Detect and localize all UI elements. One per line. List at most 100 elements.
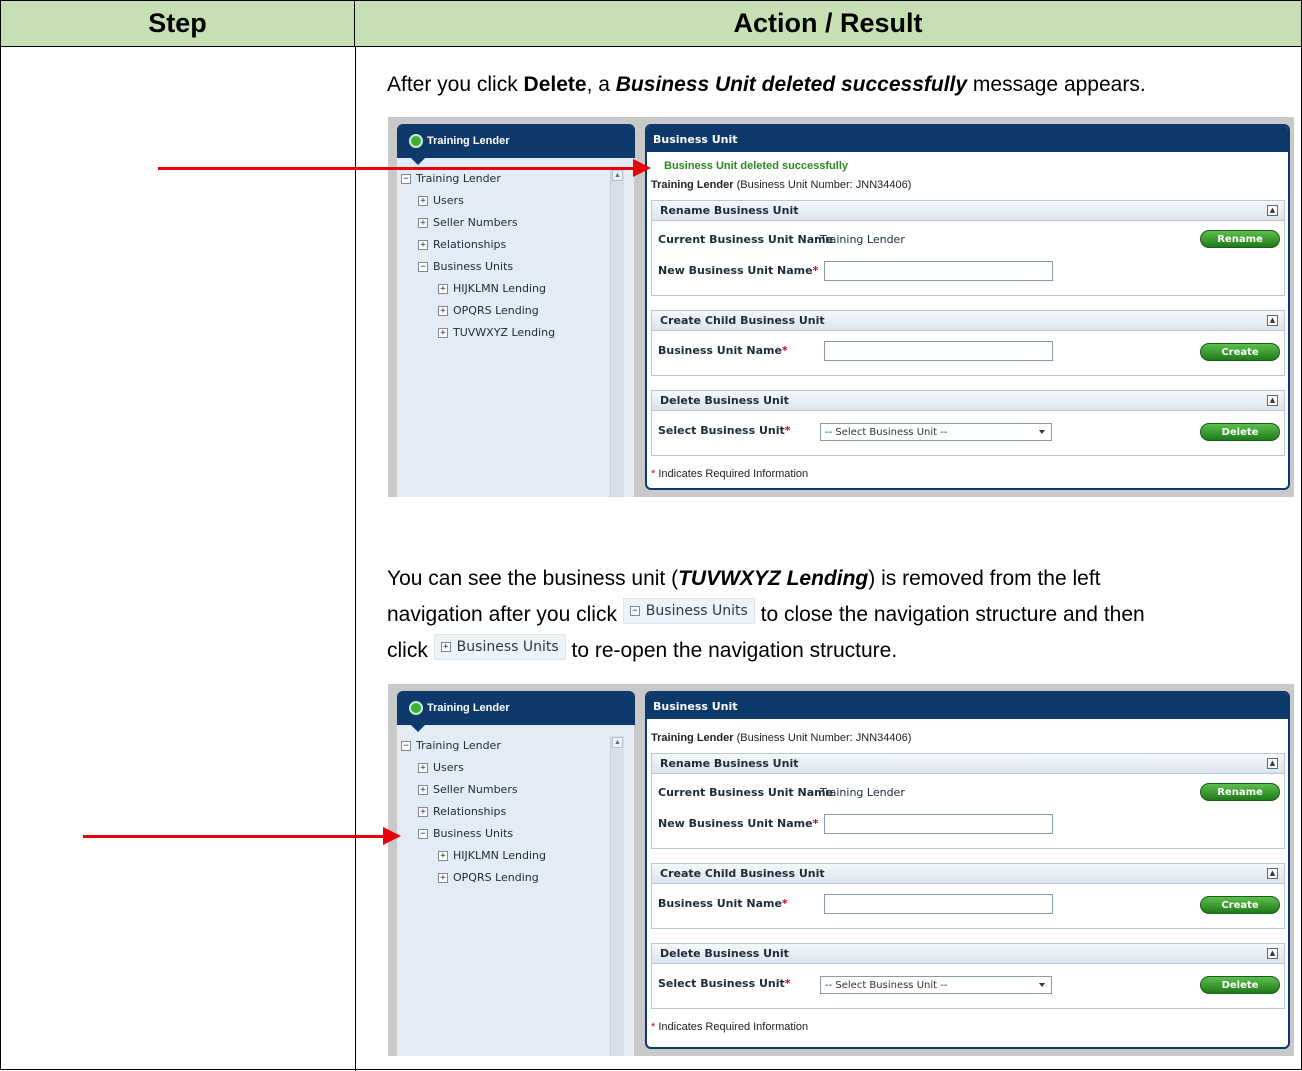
tree-item[interactable]: − Training Lender [401, 172, 501, 185]
expand-toggle-icon[interactable]: + [438, 283, 448, 294]
create-button[interactable]: Create [1200, 343, 1280, 361]
required-asterisk: * [651, 1021, 656, 1033]
expand-toggle-icon[interactable]: + [438, 327, 448, 338]
tree-item[interactable]: + Users [418, 761, 464, 774]
nav-tab[interactable]: Training Lender [397, 691, 635, 732]
business-unit-info: Training Lender (Business Unit Number: J… [651, 732, 911, 744]
pointer-arrow-1 [158, 167, 634, 170]
collapse-toggle-icon[interactable]: − [401, 173, 411, 184]
collapse-toggle-icon[interactable]: − [418, 828, 428, 839]
business-unit-select[interactable]: -- Select Business Unit -- [820, 423, 1052, 441]
nav-tab[interactable]: Training Lender [397, 124, 635, 165]
tree-item[interactable]: + Seller Numbers [418, 216, 518, 229]
tree-item[interactable]: + Seller Numbers [418, 783, 518, 796]
tree-item-label: Training Lender [416, 739, 501, 752]
tree-scrollbar[interactable]: ▲ [610, 169, 624, 497]
expand-toggle-icon[interactable]: + [438, 305, 448, 316]
rename-section: Rename Business Unit ▲ Current Business U… [651, 200, 1285, 296]
collapse-toggle-icon[interactable]: − [401, 740, 411, 751]
rename-button[interactable]: Rename [1200, 230, 1280, 248]
collapse-toggle-icon[interactable]: − [418, 261, 428, 272]
dropdown-caret-icon [1039, 430, 1045, 434]
tree-item[interactable]: + OPQRS Lending [438, 304, 539, 317]
select-unit-label-text: Select Business Unit [658, 977, 785, 990]
tree-item[interactable]: + TUVWXYZ Lending [438, 326, 555, 339]
new-name-input[interactable] [824, 814, 1053, 834]
child-name-input[interactable] [824, 341, 1053, 361]
create-button[interactable]: Create [1200, 896, 1280, 914]
current-name-label: Current Business Unit Name [658, 786, 834, 799]
tree-item[interactable]: − Business Units [418, 827, 513, 840]
delete-button[interactable]: Delete [1200, 423, 1280, 441]
column-divider [355, 47, 356, 1071]
tree-item[interactable]: − Business Units [418, 260, 513, 273]
collapse-icon[interactable]: ▲ [1267, 758, 1278, 769]
tree-item-label: OPQRS Lending [453, 871, 539, 884]
expand-toggle-icon[interactable]: + [438, 872, 448, 883]
expand-toggle-icon[interactable]: + [438, 850, 448, 861]
screenshot-after-refresh: Training Lender ▲ − Training Lender + Users… [388, 684, 1294, 1056]
explanation-line-1: You can see the business unit (TUVWXYZ L… [387, 561, 1101, 597]
expand-toggle-icon: + [440, 642, 451, 653]
lender-logo-icon [409, 134, 423, 148]
bu-name: Training Lender [651, 732, 734, 744]
scroll-up-icon[interactable]: ▲ [612, 737, 623, 748]
required-asterisk: * [651, 468, 656, 480]
tree-item[interactable]: + Relationships [418, 238, 506, 251]
current-name-value: Training Lender [820, 786, 905, 799]
scroll-up-icon[interactable]: ▲ [612, 170, 623, 181]
tree-item[interactable]: + Relationships [418, 805, 506, 818]
child-name-input[interactable] [824, 894, 1053, 914]
new-name-input[interactable] [824, 261, 1053, 281]
intro-paragraph: After you click Delete, a Business Unit … [387, 67, 1146, 103]
intro-text: After you click [387, 73, 524, 96]
collapse-icon[interactable]: ▲ [1267, 868, 1278, 879]
intro-text-after: message appears. [967, 73, 1146, 96]
instruction-table: Step Action / Result After you click Del… [0, 0, 1302, 1071]
rename-button[interactable]: Rename [1200, 783, 1280, 801]
step-column-header: Step [1, 1, 355, 47]
delete-section: Delete Business Unit ▲ Select Business Un… [651, 943, 1285, 1009]
collapse-icon[interactable]: ▲ [1267, 948, 1278, 959]
tree-item[interactable]: − Training Lender [401, 739, 501, 752]
bu-name: Training Lender [651, 179, 734, 191]
tree-scrollbar[interactable]: ▲ [610, 736, 624, 1056]
required-asterisk: * [812, 817, 819, 830]
child-name-label: Business Unit Name* [658, 344, 788, 357]
business-unit-select[interactable]: -- Select Business Unit -- [820, 976, 1052, 994]
tree-item[interactable]: + HIJKLMN Lending [438, 849, 546, 862]
tree-item[interactable]: + OPQRS Lending [438, 871, 539, 884]
pointer-arrow-2 [83, 835, 385, 838]
tree-item-label: Seller Numbers [433, 216, 518, 229]
tree-item[interactable]: + HIJKLMN Lending [438, 282, 546, 295]
inline-label: Business Units [645, 603, 748, 620]
tree-item-label: Training Lender [416, 172, 501, 185]
lender-logo-icon [409, 701, 423, 715]
rename-section-title: Rename Business Unit [660, 204, 799, 217]
collapse-icon[interactable]: ▲ [1267, 205, 1278, 216]
tree-item-label: HIJKLMN Lending [453, 282, 546, 295]
expand-toggle-icon[interactable]: + [418, 239, 428, 250]
new-name-label: New Business Unit Name* [658, 817, 818, 830]
create-section-title: Create Child Business Unit [660, 867, 825, 880]
new-name-label: New Business Unit Name* [658, 264, 818, 277]
collapse-icon[interactable]: ▲ [1267, 315, 1278, 326]
collapse-icon[interactable]: ▲ [1267, 395, 1278, 406]
inline-expand-business-units: + Business Units [433, 634, 566, 661]
delete-button[interactable]: Delete [1200, 976, 1280, 994]
business-unit-panel: Business Unit Business Unit deleted succ… [645, 124, 1290, 490]
expand-toggle-icon[interactable]: + [418, 762, 428, 773]
expand-toggle-icon[interactable]: + [418, 195, 428, 206]
current-name-value: Training Lender [820, 233, 905, 246]
child-name-label: Business Unit Name* [658, 897, 788, 910]
tree-item-label: Users [433, 194, 464, 207]
arrowhead-icon [633, 159, 651, 177]
required-asterisk: * [784, 424, 791, 437]
tree-item-label: TUVWXYZ Lending [453, 326, 556, 339]
expand-toggle-icon[interactable]: + [418, 784, 428, 795]
expand-toggle-icon[interactable]: + [418, 806, 428, 817]
expand-toggle-icon[interactable]: + [418, 217, 428, 228]
tree-item[interactable]: + Users [418, 194, 464, 207]
required-note-text: Indicates Required Information [658, 1021, 809, 1033]
tree-item-label: Business Units [433, 260, 514, 273]
